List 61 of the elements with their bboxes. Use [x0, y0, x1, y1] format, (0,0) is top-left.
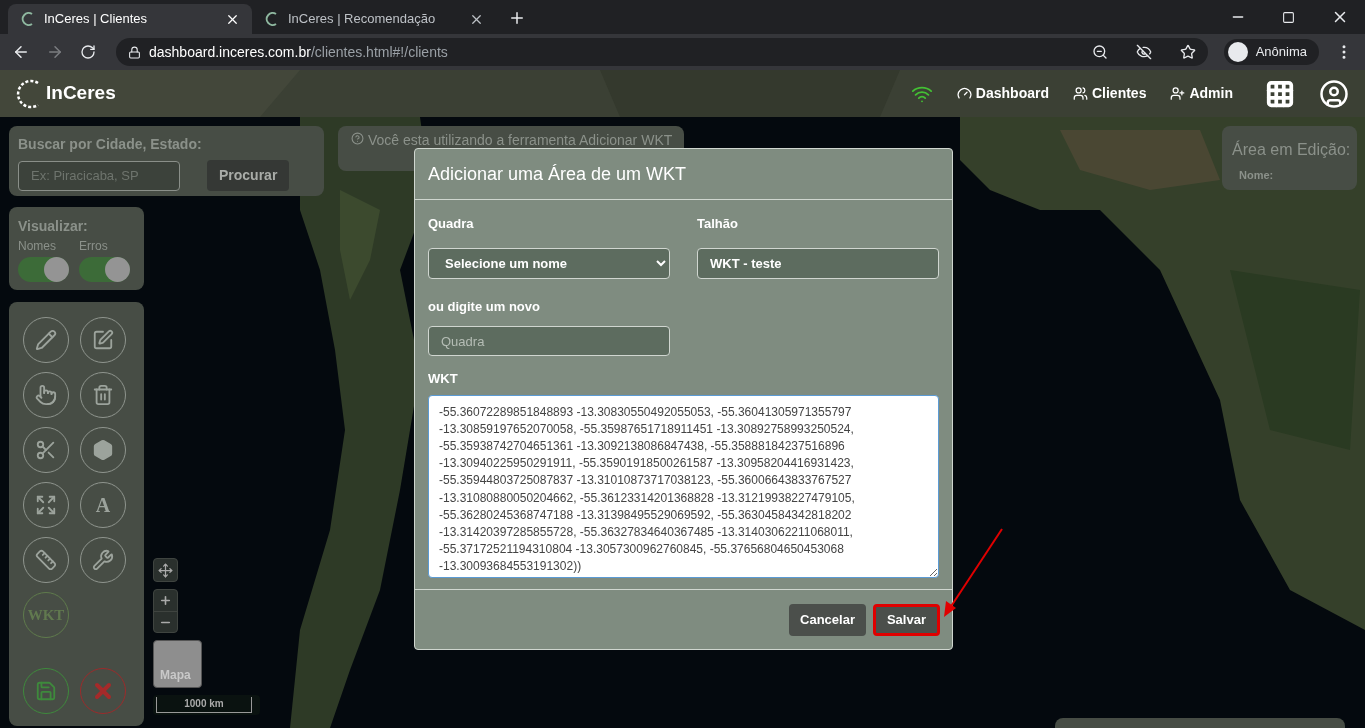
field-label: Nome:	[1239, 168, 1275, 183]
quadra-select[interactable]: Selecione um nome	[428, 247, 670, 279]
logo-text: InCeres	[46, 81, 116, 106]
tab-title: InCeres | Clientes	[44, 10, 149, 29]
toggle-switch[interactable]	[18, 257, 69, 282]
reload-icon[interactable]	[80, 44, 96, 60]
profile-chip[interactable]: Anônima	[1223, 39, 1319, 65]
users-icon	[1072, 86, 1088, 101]
nav-link[interactable]: Clientes	[1072, 83, 1147, 104]
field-label: Talhão	[697, 215, 739, 233]
zoom-out-icon[interactable]	[1091, 44, 1108, 60]
browser-tab[interactable]: InCeres | Clientes	[8, 4, 252, 34]
forward-icon[interactable]	[46, 43, 64, 61]
eye-off-icon[interactable]	[1135, 44, 1152, 60]
modal-title: Adicionar uma Área de um WKT	[428, 162, 687, 186]
pointer-hand-icon	[35, 384, 57, 406]
dialog-button[interactable]: Salvar	[872, 603, 940, 636]
nav-link[interactable]: Admin	[1170, 83, 1233, 104]
polygon-icon	[92, 439, 114, 461]
search-label: Buscar por Cidade, Estado:	[18, 135, 203, 154]
back-icon[interactable]	[12, 43, 30, 61]
toggle-label: Erros	[79, 238, 109, 255]
url-text: dashboard.inceres.com.br/clientes.html#!/clients	[149, 42, 448, 62]
field-label: ou digite um novo	[428, 297, 541, 316]
scissors-icon	[35, 439, 57, 461]
address-bar[interactable]: dashboard.inceres.com.br/clientes.html#!/clients	[116, 38, 1208, 66]
plus-icon	[159, 594, 172, 607]
toggle-label: Nomes	[18, 238, 57, 255]
restore-icon[interactable]	[1282, 10, 1295, 24]
pan-button[interactable]	[153, 558, 178, 582]
field-label: Quadra	[428, 215, 475, 233]
quadra-field[interactable]: Quadra	[428, 326, 670, 356]
apps-grid-icon[interactable]	[1265, 78, 1295, 109]
user-plus-icon	[1170, 86, 1186, 101]
save-icon	[35, 680, 57, 702]
toggle-switch[interactable]	[79, 257, 130, 282]
field-label: WKT	[428, 370, 459, 388]
expand-icon	[35, 494, 57, 516]
ruler-icon	[35, 549, 57, 571]
notice-text: Você esta utilizando a ferramenta Adicionar WKT	[368, 131, 673, 150]
gauge-icon	[956, 86, 972, 101]
wrench-icon	[92, 549, 114, 571]
edit-panel-title: Área em Edição:	[1232, 139, 1347, 160]
pencil-icon	[35, 329, 57, 351]
star-icon[interactable]	[1179, 44, 1196, 60]
tab-title: InCeres | Recomendação	[288, 10, 437, 29]
talhao-field[interactable]: WKT - teste	[697, 247, 939, 279]
move-icon	[158, 562, 173, 578]
browser-tab[interactable]: InCeres | Recomendação	[252, 4, 496, 34]
search-button[interactable]: Procurar	[207, 160, 290, 191]
edit-icon	[92, 329, 114, 351]
new-tab-icon[interactable]	[508, 9, 526, 27]
dialog-button[interactable]: Cancelar	[789, 603, 866, 636]
wkt-field[interactable]: -55.36072289851848893 -13.30830550492055053, -55.36041305971355797 -13.30859197652070058, -55.35987651718911451 -13.30892758993250524, -55.35938742704651361 -13.3092138086847438, -55.35888184237516896 -13.30940225950291911, -55.35901918500261587 -13.30958204416931423, -55.35944803725087837 -13.31010873717038123, -55.36006643833767527 -13.31080880050204662, -55.36123314201368828 -13.31219938227479105, -55.36280245368747188 -13.31398495529069592, -55.36304584342818202 -13.31420397285855728, -55.36327834640367485 -13.31403062211068011, -55.37172521194310804 -13.3057300962760845, -55.37656804650453068 -13.30093684553191302))	[428, 394, 939, 578]
scale-bar: 1000 km	[156, 697, 252, 713]
nav-link[interactable]: Dashboard	[956, 83, 1049, 104]
user-avatar-icon[interactable]	[1319, 78, 1349, 109]
trash-icon	[92, 384, 114, 406]
lock-icon	[128, 45, 141, 59]
visualize-title: Visualizar:	[18, 217, 89, 236]
help-icon	[351, 132, 364, 145]
